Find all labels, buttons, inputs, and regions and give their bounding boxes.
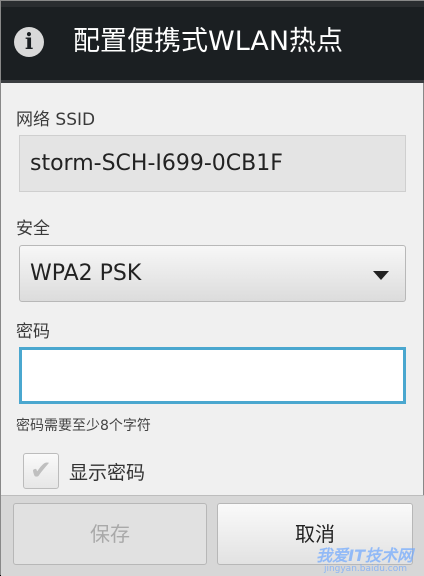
password-input[interactable] bbox=[19, 347, 406, 404]
checkmark-icon: ✔ bbox=[30, 456, 52, 486]
show-password-checkbox[interactable]: ✔ bbox=[23, 453, 59, 489]
chevron-down-icon bbox=[373, 271, 389, 280]
status-strip bbox=[1, 1, 424, 7]
ssid-input[interactable]: storm-SCH-I699-0CB1F bbox=[19, 135, 406, 192]
security-label: 安全 bbox=[16, 219, 50, 239]
save-button[interactable]: 保存 bbox=[13, 503, 207, 565]
password-label: 密码 bbox=[16, 322, 50, 342]
security-select[interactable]: WPA2 PSK bbox=[19, 245, 406, 302]
ssid-value: storm-SCH-I699-0CB1F bbox=[30, 151, 283, 176]
security-selected-value: WPA2 PSK bbox=[30, 261, 142, 286]
password-hint: 密码需要至少8个字符 bbox=[16, 418, 151, 434]
show-password-label[interactable]: 显示密码 bbox=[69, 461, 145, 485]
dialog-titlebar: i 配置便携式WLAN热点 bbox=[1, 1, 424, 83]
watermark-text: 我爱IT技术网 bbox=[316, 546, 413, 565]
ssid-label: 网络 SSID bbox=[16, 110, 96, 130]
dialog-title: 配置便携式WLAN热点 bbox=[73, 26, 344, 57]
wlan-hotspot-dialog: i 配置便携式WLAN热点 网络 SSID storm-SCH-I699-0CB… bbox=[0, 0, 424, 576]
watermark-subtext: jingyan.baidu.com bbox=[323, 564, 407, 574]
info-icon: i bbox=[14, 27, 44, 57]
dialog-button-bar: 保存 取消 我爱IT技术网 jingyan.baidu.com bbox=[1, 495, 424, 576]
